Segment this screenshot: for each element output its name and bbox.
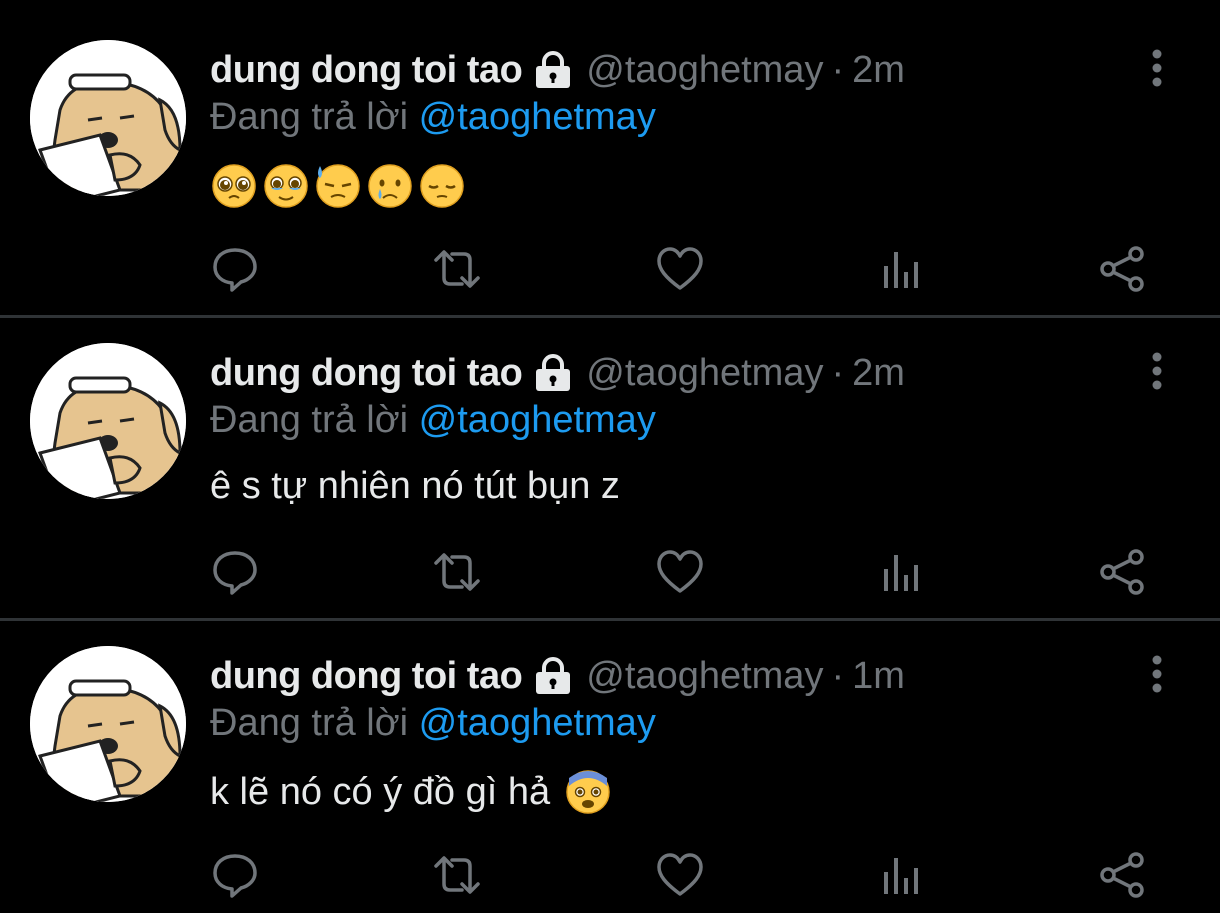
downcast-face-with-sweat-emoji: [314, 162, 362, 210]
crying-face-emoji: [366, 162, 414, 210]
pleading-face-emoji: [210, 162, 258, 210]
reply-icon[interactable]: [210, 244, 260, 294]
separator-dot: ·: [831, 351, 845, 394]
views-icon[interactable]: [876, 244, 926, 294]
tweet-actions: [0, 244, 1220, 294]
share-icon[interactable]: [1098, 244, 1148, 294]
avatar[interactable]: [30, 343, 186, 499]
tweet-actions: [0, 547, 1220, 597]
views-icon[interactable]: [876, 547, 926, 597]
handle[interactable]: @taoghetmay: [586, 49, 823, 92]
tweet-text-content: k lẽ nó có ý đồ gì hả: [210, 770, 551, 813]
lock-icon: [532, 354, 574, 392]
tweet-header: dung dong toi tao @taoghetmay · 1m: [210, 650, 905, 702]
handle[interactable]: @taoghetmay: [586, 655, 823, 698]
tweet-text-content: ê s tự nhiên nó tút bụn z: [210, 465, 620, 507]
separator-dot: ·: [831, 48, 845, 91]
display-name[interactable]: dung dong toi tao: [210, 655, 523, 698]
reply-mention-link[interactable]: @taoghetmay: [419, 702, 656, 744]
reply-prefix: Đang trả lời: [210, 399, 409, 441]
handle[interactable]: @taoghetmay: [586, 352, 823, 395]
retweet-icon[interactable]: [432, 244, 482, 294]
share-icon[interactable]: [1098, 850, 1148, 900]
replying-to: Đang trả lời @taoghetmay: [210, 399, 656, 442]
more-options-icon[interactable]: [1146, 351, 1168, 391]
like-icon[interactable]: [655, 850, 705, 900]
reply-mention-link[interactable]: @taoghetmay: [419, 399, 656, 441]
tweet[interactable]: dung dong toi tao @taoghetmay · 2m Đang …: [0, 303, 1220, 605]
reply-mention-link[interactable]: @taoghetmay: [419, 96, 656, 138]
display-name[interactable]: dung dong toi tao: [210, 352, 523, 395]
timestamp[interactable]: 2m: [852, 352, 905, 395]
tweet-text: ê s tự nhiên nó tút bụn z: [210, 465, 620, 508]
timestamp[interactable]: 1m: [852, 655, 905, 698]
more-options-icon[interactable]: [1146, 48, 1168, 88]
tweet[interactable]: dung dong toi tao @taoghetmay · 2m Đang …: [0, 0, 1220, 302]
tweet-header: dung dong toi tao @taoghetmay · 2m: [210, 347, 905, 399]
like-icon[interactable]: [655, 547, 705, 597]
retweet-icon[interactable]: [432, 850, 482, 900]
anxious-face-emoji: [564, 768, 612, 816]
reply-prefix: Đang trả lời: [210, 96, 409, 138]
share-icon[interactable]: [1098, 547, 1148, 597]
lock-icon: [532, 657, 574, 695]
retweet-icon[interactable]: [432, 547, 482, 597]
tweet-actions: [0, 850, 1220, 900]
lock-icon: [532, 51, 574, 89]
reply-prefix: Đang trả lời: [210, 702, 409, 744]
tweet[interactable]: dung dong toi tao @taoghetmay · 1m Đang …: [0, 606, 1220, 908]
display-name[interactable]: dung dong toi tao: [210, 49, 523, 92]
views-icon[interactable]: [876, 850, 926, 900]
tweet-text: [210, 162, 470, 210]
like-icon[interactable]: [655, 244, 705, 294]
reply-icon[interactable]: [210, 547, 260, 597]
replying-to: Đang trả lời @taoghetmay: [210, 96, 656, 139]
more-options-icon[interactable]: [1146, 654, 1168, 694]
tweet-header: dung dong toi tao @taoghetmay · 2m: [210, 44, 905, 96]
pensive-face-emoji: [418, 162, 466, 210]
avatar[interactable]: [30, 646, 186, 802]
timestamp[interactable]: 2m: [852, 49, 905, 92]
tweet-text: k lẽ nó có ý đồ gì hả: [210, 768, 616, 816]
replying-to: Đang trả lời @taoghetmay: [210, 702, 656, 745]
reply-icon[interactable]: [210, 850, 260, 900]
avatar[interactable]: [30, 40, 186, 196]
face-holding-back-tears-emoji: [262, 162, 310, 210]
separator-dot: ·: [831, 654, 845, 697]
